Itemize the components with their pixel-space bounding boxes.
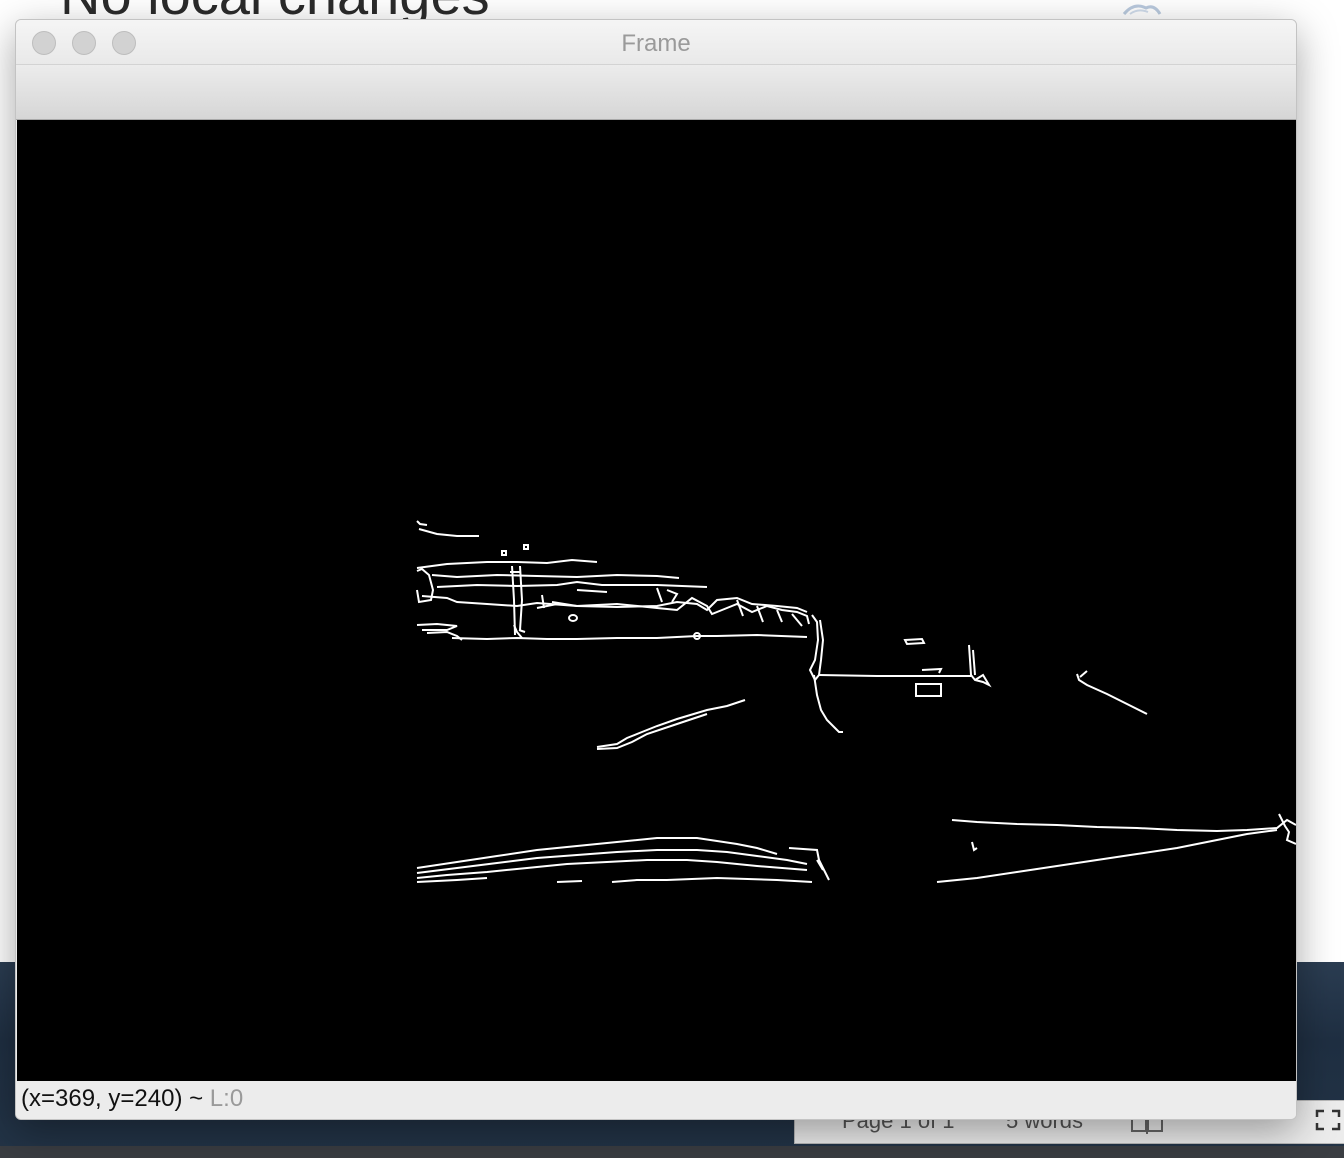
level-text: L:0 [209,1085,244,1112]
bird-logo-icon [1122,4,1162,15]
window-title: Frame [621,30,691,57]
cursor-coordinates: (x=369, y=240) ~ L:0 [21,1085,243,1113]
coords-text: (x=369, y=240) ~ [21,1085,204,1112]
fullscreen-icon[interactable] [1314,1108,1342,1132]
edge-image [416,520,1296,883]
window-status-bar: (x=369, y=240) ~ L:0 [16,1081,1296,1119]
frame-window[interactable]: Frame (x=369, y=240) ~ L:0 [15,19,1297,1120]
dock-edge [0,1146,1344,1158]
window-toolbar [16,65,1296,120]
window-titlebar[interactable]: Frame [16,20,1296,65]
image-canvas[interactable] [17,120,1296,1081]
